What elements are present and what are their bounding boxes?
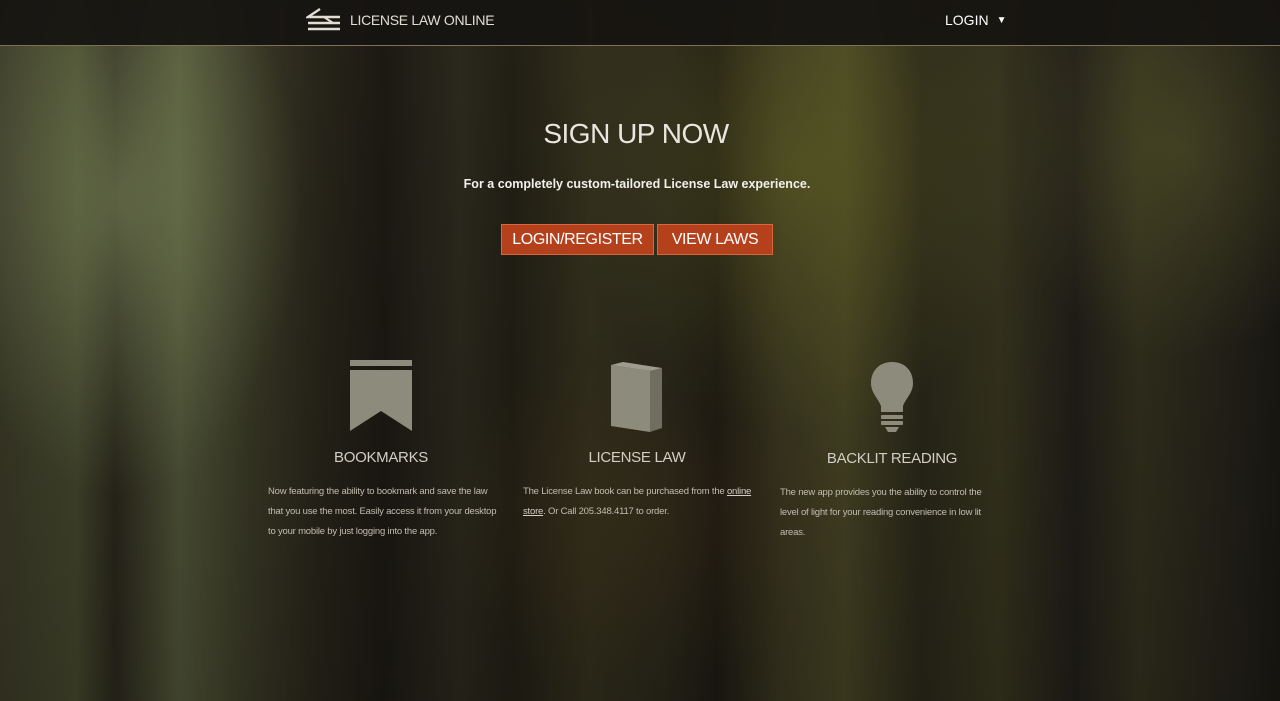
- top-navigation-bar: LICENSE LAW ONLINE LOGIN ▼: [0, 0, 1280, 46]
- feature-description: The new app provides you the ability to …: [780, 487, 982, 538]
- logo-text: LICENSE LAW ONLINE: [350, 12, 495, 28]
- lightbulb-icon: [871, 362, 913, 432]
- login-dropdown[interactable]: LOGIN ▼: [945, 12, 1006, 28]
- hero-subtitle: For a completely custom-tailored License…: [463, 177, 811, 191]
- description-text: The License Law book can be purchased fr…: [523, 486, 727, 497]
- feature-title: BOOKMARKS: [334, 449, 428, 466]
- feature-description: The License Law book can be purchased fr…: [523, 482, 755, 522]
- site-logo[interactable]: LICENSE LAW ONLINE: [306, 6, 495, 34]
- chevron-down-icon: ▼: [996, 14, 1007, 26]
- logo-icon: [306, 8, 340, 31]
- description-text: . Or Call 205.348.4117 to order.: [543, 506, 670, 517]
- background-overlay: [0, 0, 1280, 701]
- view-laws-button[interactable]: VIEW LAWS: [657, 224, 773, 255]
- login-register-button[interactable]: LOGIN/REGISTER: [501, 224, 654, 255]
- hero-title: SIGN UP NOW: [543, 118, 729, 149]
- login-label: LOGIN: [945, 12, 989, 28]
- feature-title: BACKLIT READING: [826, 450, 958, 467]
- book-icon: [611, 362, 662, 432]
- feature-title: LICENSE LAW: [588, 449, 686, 466]
- feature-description: Now featuring the ability to bookmark an…: [268, 486, 497, 537]
- bookmark-icon: [350, 360, 412, 431]
